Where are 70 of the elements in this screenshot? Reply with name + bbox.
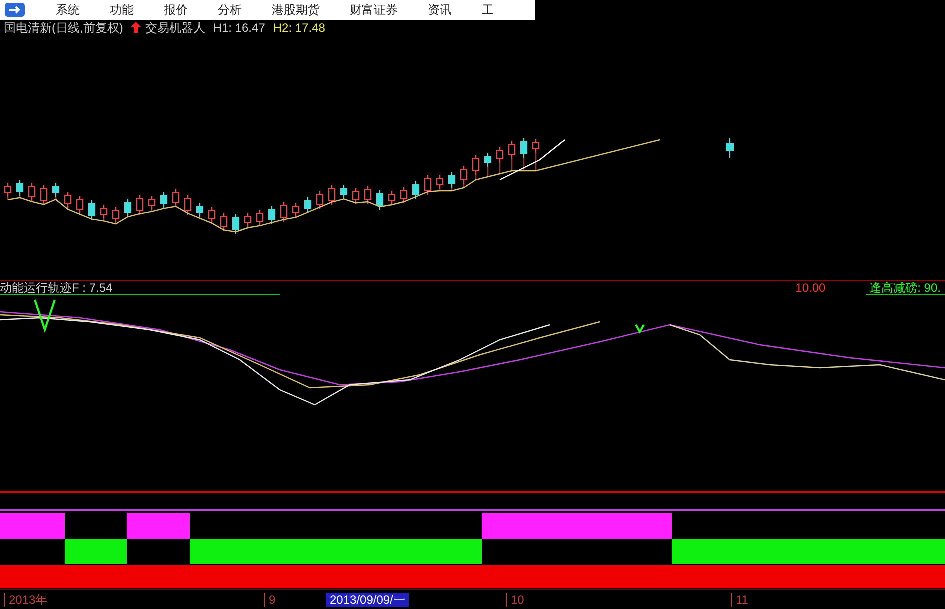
candle <box>208 206 216 224</box>
candle <box>124 198 132 218</box>
candle <box>304 196 312 214</box>
signal-mark-icon <box>635 324 645 334</box>
axis-label: 2013/09/09/一 <box>326 592 410 606</box>
menu-item[interactable]: 工 <box>482 1 494 19</box>
candle <box>412 180 420 200</box>
candle <box>328 184 336 206</box>
candle <box>172 188 180 208</box>
candle <box>64 192 72 210</box>
axis-label: 9 <box>264 592 276 606</box>
candle <box>4 182 12 200</box>
candle <box>292 202 300 218</box>
indicator-value: 10.00 <box>796 282 827 294</box>
candle <box>196 202 204 219</box>
robot-label: 交易机器人 <box>145 22 206 34</box>
candle <box>400 186 408 204</box>
candle <box>364 186 372 204</box>
candle <box>256 210 264 226</box>
candle <box>508 140 516 172</box>
axis-label: 10 <box>506 592 524 606</box>
candle <box>484 152 492 178</box>
menu-item[interactable]: 系统 <box>56 1 80 19</box>
candle <box>220 212 228 232</box>
h2-value: H2: 17.48 <box>273 22 326 34</box>
menu-item[interactable]: 资讯 <box>428 1 452 19</box>
menu-item[interactable]: 港股期货 <box>272 1 320 19</box>
menu-item[interactable]: 报价 <box>164 1 188 19</box>
candle <box>268 206 276 224</box>
candle <box>448 172 456 192</box>
candle <box>424 174 432 196</box>
h1-value: H1: 16.47 <box>213 22 266 34</box>
menu-item[interactable]: 功能 <box>110 1 134 19</box>
candle <box>388 190 396 206</box>
menu-item[interactable]: 分析 <box>218 1 242 19</box>
candle <box>160 192 168 210</box>
candle <box>352 188 360 204</box>
candle <box>520 138 528 172</box>
axis-label: 11 <box>731 592 748 606</box>
candle <box>16 180 24 198</box>
candle <box>376 190 384 210</box>
candle <box>340 184 348 200</box>
candle <box>436 174 444 192</box>
menu-item[interactable]: 财富证券 <box>350 1 398 19</box>
candle <box>40 184 48 206</box>
candle <box>76 196 84 215</box>
stock-title: 国电清新(日线,前复权) <box>4 22 124 34</box>
indicator-name: 动能运行轨迹F : 7.54 <box>0 282 280 294</box>
indicator-label: 逢高减磅: 90. <box>866 282 945 294</box>
candle <box>496 146 504 174</box>
candle <box>280 202 288 222</box>
candle <box>148 196 156 212</box>
candle <box>100 204 108 222</box>
candle <box>726 138 734 158</box>
candle <box>88 200 96 220</box>
candle <box>184 194 192 216</box>
up-arrow-icon <box>131 22 142 33</box>
axis-label: 2013年 <box>4 592 48 606</box>
candle <box>244 212 252 228</box>
candle <box>52 182 60 200</box>
candle <box>460 166 468 188</box>
signal-mark-icon <box>34 300 56 334</box>
candle <box>136 194 144 216</box>
candle <box>112 206 120 225</box>
candle <box>316 190 324 210</box>
price-line <box>500 140 566 181</box>
candle <box>28 182 36 202</box>
candle <box>532 138 540 172</box>
candle <box>232 214 240 234</box>
candle <box>472 154 480 180</box>
